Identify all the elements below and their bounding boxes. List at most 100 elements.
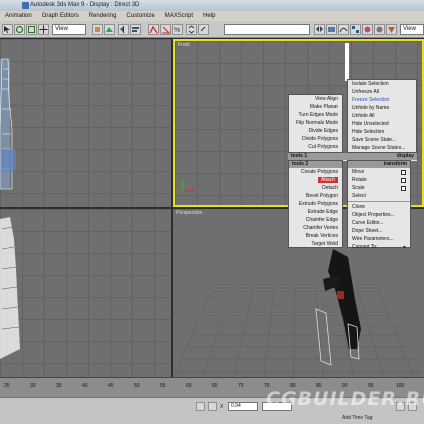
quad-item-divide-edges[interactable]: Divide Edges: [289, 127, 342, 135]
quad-item-chamfer-vertex[interactable]: Chamfer Vertex: [289, 224, 342, 232]
quad-menu-display: Isolate Selection Unfreeze All Freeze Se…: [347, 79, 417, 153]
menu-maxscript[interactable]: MAXScript: [160, 11, 198, 21]
quad-item-freeze-selection[interactable]: Freeze Selection: [348, 96, 416, 104]
absolute-mode-icon[interactable]: [208, 402, 217, 411]
quad-item-curve-editor[interactable]: Curve Editor...: [348, 219, 410, 227]
scale-icon[interactable]: [26, 24, 37, 35]
schematic-view-icon[interactable]: [350, 24, 361, 35]
mirror-icon[interactable]: [118, 24, 129, 35]
ruler-tick: 40: [82, 383, 88, 389]
menu-animation[interactable]: Animation: [0, 11, 37, 21]
viewport-divider-vertical[interactable]: [171, 39, 173, 377]
quad-item-unhide-all[interactable]: Unhide All: [348, 112, 416, 120]
quad-header-display: display: [396, 153, 414, 159]
viewport-bottom-left[interactable]: [0, 209, 171, 377]
ruler-tick: 70: [238, 383, 244, 389]
window-titlebar: Autodesk 3ds Max 9 - Display : Direct 3D: [0, 0, 424, 11]
quad-item-rotate[interactable]: Rotate: [348, 176, 410, 184]
quad-item-isolate-selection[interactable]: Isolate Selection: [348, 80, 416, 88]
ruler-tick: 55: [160, 383, 166, 389]
ruler-tick: 25: [4, 383, 10, 389]
quad-header-tools2-label: tools 2: [292, 161, 309, 167]
model-wireframe-side: [0, 58, 16, 190]
quad-menu-tools2: tools 2 Create Polygons Attach Detach Be…: [288, 160, 343, 248]
quad-item-cut-polygons[interactable]: Cut Polygons: [289, 143, 342, 151]
quad-item-extrude-edge[interactable]: Extrude Edge: [289, 208, 342, 216]
named-selection-icon[interactable]: [198, 24, 209, 35]
selection-filter-icon[interactable]: [104, 24, 115, 35]
x-coordinate-field[interactable]: 0.94: [228, 402, 258, 411]
quad-item-attach-row[interactable]: Attach: [289, 176, 342, 184]
quad-item-chamfer-edge[interactable]: Chamfer Edge: [289, 216, 342, 224]
menu-customize[interactable]: Customize: [121, 11, 159, 21]
lock-selection-icon[interactable]: [196, 402, 205, 411]
quad-header-row: tools 1 display: [288, 153, 417, 160]
ruler-tick: 65: [212, 383, 218, 389]
spinner-snap-icon[interactable]: [186, 24, 197, 35]
quad-item-break-vertices[interactable]: Break Vertices: [289, 232, 342, 240]
quad-header-transform-label: transform: [383, 161, 407, 167]
mirror-tool-icon[interactable]: [314, 24, 325, 35]
menu-help[interactable]: Help: [198, 11, 220, 21]
render-setup-icon[interactable]: [374, 24, 385, 35]
quad-item-unhide-by-name[interactable]: Unhide by Name: [348, 104, 416, 112]
quad-item-bevel-polygon[interactable]: Bevel Polygon: [289, 192, 342, 200]
named-selection-set[interactable]: [224, 24, 310, 35]
percent-snap-icon[interactable]: %: [172, 24, 183, 35]
viewport-top-left[interactable]: [0, 39, 171, 207]
curve-editor-icon[interactable]: [338, 24, 349, 35]
material-editor-icon[interactable]: [362, 24, 373, 35]
menubar: Animation Graph Editors Rendering Custom…: [0, 11, 424, 21]
quad-menu-tools1: View Align Make Planar Turn Edges Mode F…: [288, 94, 343, 153]
scale-settings-icon[interactable]: [401, 185, 406, 191]
quad-item-turn-edges[interactable]: Turn Edges Mode: [289, 111, 342, 119]
quad-item-scale-label: Scale: [352, 185, 365, 191]
quad-item-hide-unselected[interactable]: Hide Unselected: [348, 120, 416, 128]
quad-item-save-scene-state[interactable]: Save Scene State...: [348, 136, 416, 144]
select-arrow-icon[interactable]: [2, 24, 13, 35]
menu-rendering[interactable]: Rendering: [84, 11, 122, 21]
quad-item-create-polygons[interactable]: Create Polygons: [289, 168, 342, 176]
quad-item-divide-polygons[interactable]: Divide Polygons: [289, 135, 342, 143]
quad-item-make-planar[interactable]: Make Planar: [289, 103, 342, 111]
add-time-tag[interactable]: Add Time Tag: [342, 415, 372, 421]
quad-item-unfreeze-all[interactable]: Unfreeze All: [348, 88, 416, 96]
quad-item-scale[interactable]: Scale: [348, 184, 410, 192]
quad-item-move-label: Move: [352, 169, 365, 175]
move-settings-icon[interactable]: [401, 169, 406, 175]
quad-item-detach[interactable]: Detach: [289, 184, 342, 192]
pivot-icon[interactable]: [92, 24, 103, 35]
app-icon: [22, 2, 29, 9]
rotate-icon[interactable]: [14, 24, 25, 35]
rotate-settings-icon[interactable]: [401, 177, 406, 183]
menu-graph-editors[interactable]: Graph Editors: [37, 11, 84, 21]
quad-item-extrude-polygons[interactable]: Extrude Polygons: [289, 200, 342, 208]
window-title: Autodesk 3ds Max 9 - Display : Direct 3D: [30, 2, 140, 8]
ruler-tick: 30: [30, 383, 36, 389]
align-icon[interactable]: [130, 24, 141, 35]
quad-item-flip-normals[interactable]: Flip Normals Mode: [289, 119, 342, 127]
quad-item-hide-selection[interactable]: Hide Selection: [348, 128, 416, 136]
quad-item-object-properties[interactable]: Object Properties...: [348, 211, 410, 219]
quad-item-attach[interactable]: Attach: [317, 177, 338, 183]
quad-item-dope-sheet[interactable]: Dope Sheet...: [348, 227, 410, 235]
snap-icon[interactable]: [148, 24, 159, 35]
svg-text:%: %: [174, 27, 180, 34]
quad-item-view-align[interactable]: View Align: [289, 95, 342, 103]
reference-coordinate-select[interactable]: View: [52, 24, 86, 35]
quad-item-manage-scene-states[interactable]: Manage Scene States...: [348, 144, 416, 152]
quad-item-rotate-label: Rotate: [352, 177, 367, 183]
quad-item-convert-to[interactable]: Convert To: ▸: [348, 243, 410, 251]
quad-item-convert-to-label: Convert To:: [352, 244, 378, 250]
angle-snap-icon[interactable]: [160, 24, 171, 35]
quad-item-move[interactable]: Move: [348, 168, 410, 176]
quad-item-clone[interactable]: Clone: [348, 203, 410, 211]
quad-item-wire-parameters[interactable]: Wire Parameters...: [348, 235, 410, 243]
render-icon[interactable]: [386, 24, 397, 35]
quad-item-target-weld[interactable]: Target Weld: [289, 240, 342, 248]
move-icon[interactable]: [38, 24, 49, 35]
render-type-select[interactable]: View: [400, 24, 424, 35]
main-toolbar: View % View: [0, 21, 424, 38]
quad-item-select[interactable]: Select: [348, 192, 410, 200]
layer-icon[interactable]: [326, 24, 337, 35]
